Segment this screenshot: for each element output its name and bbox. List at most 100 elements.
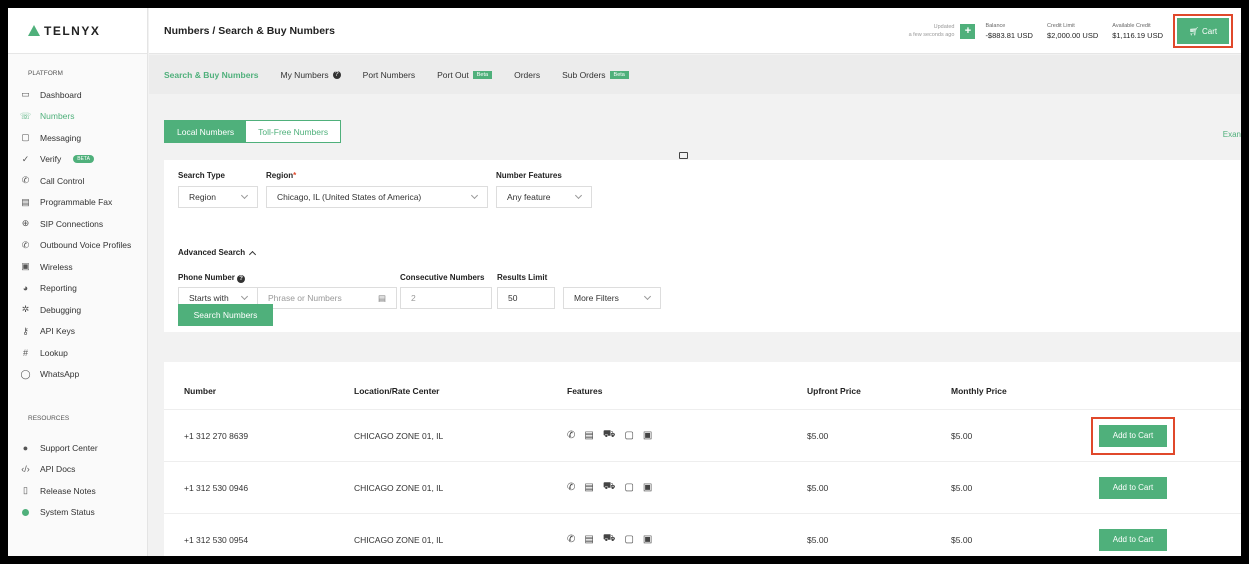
- sidebar-item-label: Wireless: [40, 261, 73, 272]
- sidebar-item-label: Lookup: [40, 347, 68, 358]
- sidebar-item-reporting[interactable]: ◕ Reporting: [8, 278, 147, 300]
- local-numbers-toggle[interactable]: Local Numbers: [165, 121, 247, 142]
- number-features-select[interactable]: Any feature: [496, 186, 592, 208]
- location: CHICAGO ZONE 01, IL: [354, 534, 444, 545]
- sidebar-item-dashboard[interactable]: ▭ Dashboard: [8, 84, 147, 106]
- sidebar-item-call-control[interactable]: ✆ Call Control: [8, 170, 147, 192]
- location: CHICAGO ZONE 01, IL: [354, 482, 444, 493]
- tab-orders[interactable]: Orders: [514, 70, 540, 80]
- sidebar-item-verify[interactable]: ✓ Verify BETA: [8, 149, 147, 171]
- sidebar-item-label: Support Center: [40, 442, 98, 453]
- examples-link[interactable]: Exan: [1223, 130, 1241, 139]
- voice-icon: ✆: [567, 482, 576, 493]
- tab-sub-orders[interactable]: Sub Orders Beta: [562, 70, 629, 80]
- balance-value: -$883.81 USD: [985, 31, 1033, 40]
- table-row: +1 312 270 8639 CHICAGO ZONE 01, IL ✆ ▤ ⛟ ▢…: [164, 410, 1241, 462]
- telnyx-logo[interactable]: TELNYX: [8, 8, 147, 54]
- table-header: Number Location/Rate Center Features Upf…: [164, 372, 1241, 410]
- tab-label: Orders: [514, 69, 541, 80]
- sidebar-item-label: Release Notes: [40, 485, 96, 496]
- chevron-down-icon: [240, 191, 249, 200]
- sidebar-item-lookup[interactable]: # Lookup: [8, 342, 147, 364]
- sidebar-item-label: Programmable Fax: [40, 197, 113, 208]
- tab-label: Sub Orders: [562, 69, 606, 80]
- region-select[interactable]: Chicago, IL (United States of America): [266, 186, 488, 208]
- features: ✆ ▤ ⛟ ▢ ▣: [567, 410, 652, 461]
- tab-search-buy-numbers[interactable]: Search & Buy Numbers: [164, 70, 258, 80]
- phone-number: +1 312 530 0954: [184, 534, 249, 545]
- search-type-select[interactable]: Region: [178, 186, 258, 208]
- account-summary: Updated a few seconds ago + Balance -$88…: [909, 8, 1241, 54]
- credit-limit: Credit Limit $2,000.00 USD: [1047, 22, 1098, 40]
- number-type-toggle: Local Numbers Toll-Free Numbers: [164, 120, 342, 143]
- phone-icon: ✆: [21, 175, 30, 186]
- tab-label: Search & Buy Numbers: [164, 69, 259, 80]
- tab-my-numbers[interactable]: My Numbers?: [280, 70, 341, 80]
- monthly-price: $5.00: [951, 430, 973, 441]
- tab-port-out[interactable]: Port Out Beta: [437, 70, 493, 80]
- sidebar-item-system-status[interactable]: System Status: [8, 502, 147, 524]
- sidebar-item-outbound-voice-profiles[interactable]: ✆ Outbound Voice Profiles: [8, 235, 147, 257]
- sidebar-item-wireless[interactable]: ▣ Wireless: [8, 256, 147, 278]
- voice-icon: ✆: [567, 534, 576, 545]
- add-credit-button[interactable]: +: [960, 23, 976, 39]
- cart-button[interactable]: 🛒︎ Cart: [1173, 14, 1233, 48]
- results-limit-input[interactable]: 50: [497, 287, 555, 309]
- mms-icon: ▣: [642, 534, 653, 545]
- updated-status: Updated a few seconds ago: [909, 23, 955, 39]
- updated-time: a few seconds ago: [908, 32, 955, 38]
- more-filters-label: More Filters: [574, 293, 619, 303]
- add-to-cart-button[interactable]: Add to Cart: [1099, 528, 1167, 551]
- consecutive-numbers-input[interactable]: 2: [400, 287, 492, 309]
- sidebar-item-sip-connections[interactable]: ⊕ SIP Connections: [8, 213, 147, 235]
- emergency-icon: ⛟: [602, 533, 616, 544]
- emergency-icon: ⛟: [602, 481, 616, 492]
- tab-port-numbers[interactable]: Port Numbers: [363, 70, 415, 80]
- sidebar-item-messaging[interactable]: ▢ Messaging: [8, 127, 147, 149]
- breadcrumb: Numbers / Search & Buy Numbers: [164, 24, 335, 37]
- advanced-search-toggle[interactable]: Advanced Search: [178, 248, 257, 258]
- outbound-call-icon: ✆: [21, 239, 30, 250]
- sidebar-item-label: System Status: [40, 507, 95, 518]
- sidebar-item-debugging[interactable]: ✲ Debugging: [8, 299, 147, 321]
- fax-icon: ▤: [584, 482, 594, 493]
- voice-icon: ✆: [567, 430, 576, 441]
- chevron-down-icon: [240, 292, 249, 301]
- chart-icon: ◕: [22, 283, 29, 294]
- hash-icon: #: [22, 347, 28, 358]
- sidebar-item-whatsapp[interactable]: ◯ WhatsApp: [8, 364, 147, 386]
- add-to-cart-button[interactable]: Add to Cart: [1099, 476, 1167, 499]
- platform-heading: PLATFORM: [28, 70, 63, 77]
- phone-number-input[interactable]: Phrase or Numbers ▤: [257, 287, 397, 309]
- monthly-price: $5.00: [951, 534, 973, 545]
- toll-free-numbers-toggle[interactable]: Toll-Free Numbers: [246, 121, 341, 142]
- region-label-text: Region: [266, 171, 294, 180]
- add-to-cart-button[interactable]: Add to Cart: [1091, 416, 1175, 455]
- sidebar-item-api-docs[interactable]: ‹/› API Docs: [8, 459, 147, 481]
- advanced-search-label: Advanced Search: [178, 248, 246, 257]
- required-marker: *: [293, 171, 297, 180]
- sidebar: TELNYX PLATFORM ▭ Dashboard ☏ Numbers ▢ …: [8, 8, 148, 556]
- column-header: Features: [567, 385, 603, 396]
- help-icon: ●: [22, 442, 29, 453]
- chevron-down-icon: [574, 191, 583, 200]
- search-numbers-button[interactable]: Search Numbers: [178, 304, 273, 326]
- sidebar-item-numbers[interactable]: ☏ Numbers: [8, 106, 147, 128]
- sidebar-item-release-notes[interactable]: ▯ Release Notes: [8, 480, 147, 502]
- numbers-tabs: Search & Buy Numbers My Numbers? Port Nu…: [149, 55, 1241, 94]
- main-content: Local Numbers Toll-Free Numbers Exan Sea…: [149, 94, 1241, 556]
- results-table: Number Location/Rate Center Features Upf…: [164, 362, 1241, 556]
- sip-icon: ⊕: [21, 218, 30, 229]
- sidebar-item-programmable-fax[interactable]: ▤ Programmable Fax: [8, 192, 147, 214]
- features: ✆ ▤ ⛟ ▢ ▣: [567, 514, 652, 556]
- sidebar-item-label: API Docs: [40, 464, 76, 475]
- key-icon: ⚷: [22, 325, 29, 336]
- search-type-label: Search Type: [178, 171, 225, 180]
- table-row: +1 312 530 0946 CHICAGO ZONE 01, IL ✆ ▤ ⛟ ▢…: [164, 462, 1241, 514]
- phone-number: +1 312 270 8639: [184, 430, 249, 441]
- more-filters-select[interactable]: More Filters: [563, 287, 661, 309]
- phone-number-label: Phone Number ?: [178, 273, 246, 283]
- sidebar-item-api-keys[interactable]: ⚷ API Keys: [8, 321, 147, 343]
- upfront-price: $5.00: [807, 482, 829, 493]
- sidebar-item-support-center[interactable]: ● Support Center: [8, 437, 147, 459]
